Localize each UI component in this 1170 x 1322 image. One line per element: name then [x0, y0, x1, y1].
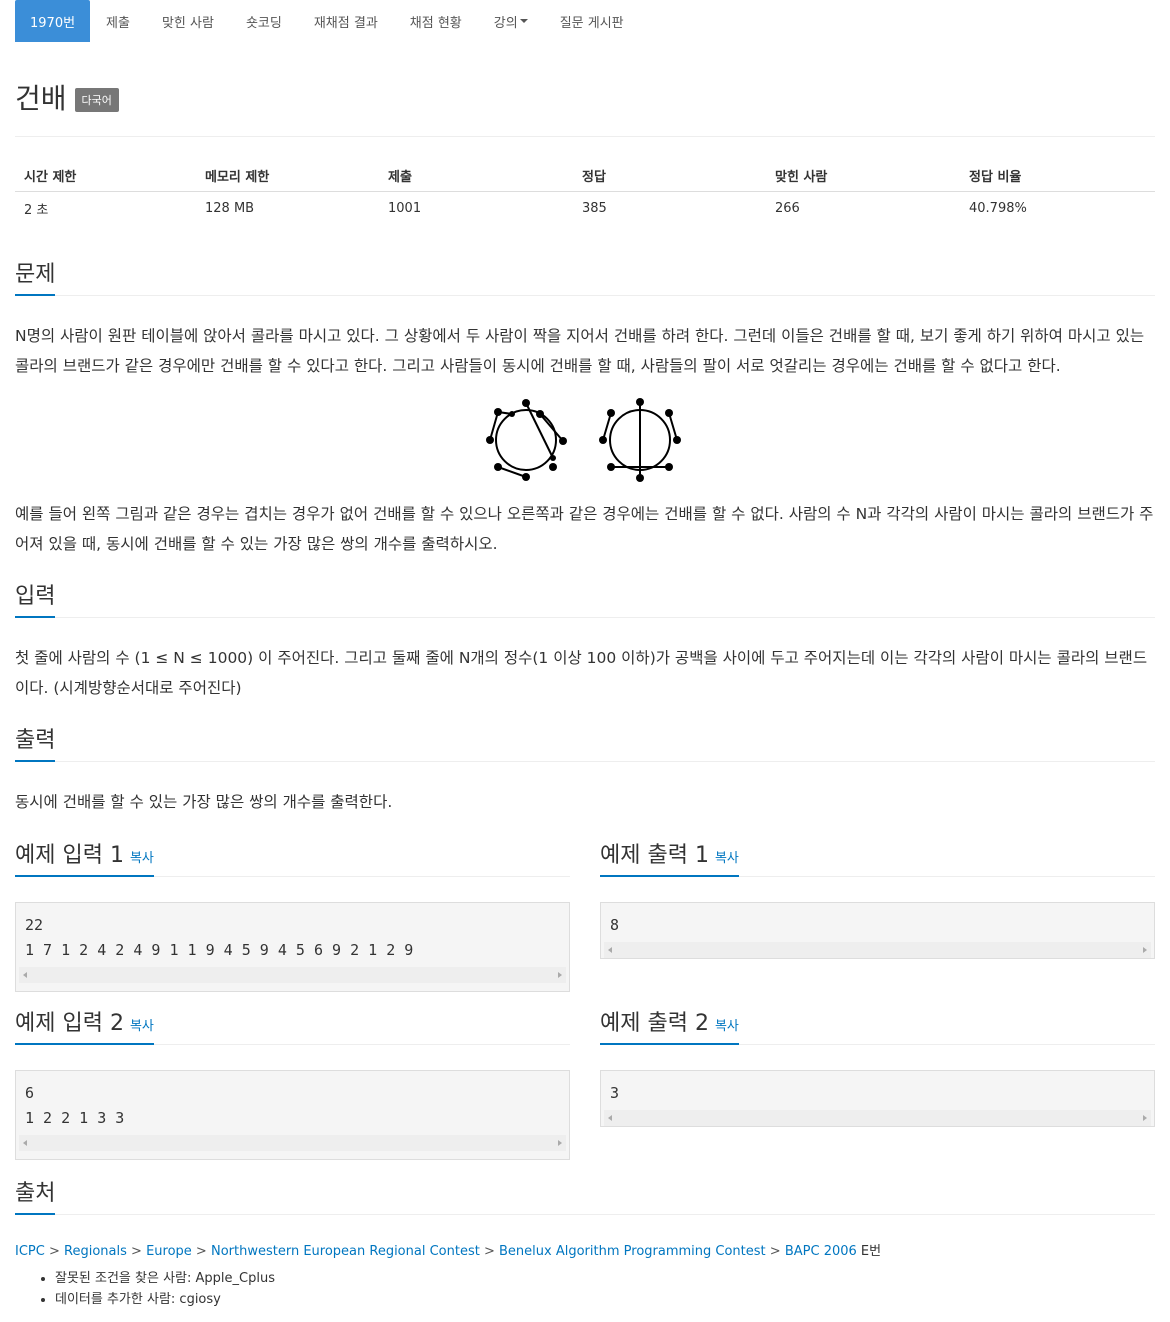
table-row: 2 초 128 MB 1001 385 266 40.798%: [15, 192, 1155, 226]
section-source-heading: 출처: [15, 1178, 1155, 1215]
scroll-left-icon[interactable]: [608, 947, 612, 953]
problem-header: 건배 다국어: [15, 84, 119, 114]
problem-info-table: 시간 제한 메모리 제한 제출 정답 맞힌 사람 정답 비율 2 초 128 M…: [15, 160, 1155, 226]
toast-illustration: [486, 398, 681, 482]
section-title: 출력: [15, 725, 56, 762]
horizontal-scrollbar[interactable]: [19, 1135, 566, 1151]
sample-title: 예제 출력 1: [600, 843, 709, 868]
nav-lecture-label: 강의: [493, 15, 518, 31]
sample-text: 6 1 2 2 1 3 3: [25, 1084, 125, 1127]
source-link-regionals[interactable]: Regionals: [64, 1244, 127, 1259]
table-header: 맞힌 사람: [766, 160, 960, 192]
language-badge[interactable]: 다국어: [74, 88, 119, 112]
copy-button[interactable]: 복사: [715, 1019, 739, 1034]
list-item: 데이터를 추가한 사람: cgiosy: [55, 1289, 275, 1310]
list-item: 잘못된 조건을 찾은 사람: Apple_Cplus: [55, 1268, 275, 1289]
sample-output-1-heading: 예제 출력 1 복사: [600, 840, 1155, 877]
sample-input-1-heading: 예제 입력 1 복사: [15, 840, 570, 877]
title-divider: [15, 136, 1155, 137]
nav-tab-shortcoding[interactable]: 숏코딩: [230, 0, 298, 42]
source-breadcrumb: ICPC > Regionals > Europe > Northwestern…: [15, 1240, 881, 1259]
accept-ratio-cell: 40.798%: [969, 201, 1027, 217]
copy-button[interactable]: 복사: [130, 851, 154, 866]
breadcrumb-separator: >: [195, 1244, 207, 1259]
scroll-left-icon[interactable]: [608, 1115, 612, 1121]
sample-text: 8: [610, 916, 620, 934]
breadcrumb-separator: >: [483, 1244, 495, 1259]
sample-input-2-heading: 예제 입력 2 복사: [15, 1008, 570, 1045]
sample-output-2-heading: 예제 출력 2 복사: [600, 1008, 1155, 1045]
breadcrumb-separator: >: [769, 1244, 781, 1259]
scroll-right-icon[interactable]: [1143, 1115, 1147, 1121]
nav-tab-status[interactable]: 채점 현황: [394, 0, 478, 42]
caret-down-icon: [519, 19, 528, 23]
scroll-left-icon[interactable]: [23, 1140, 27, 1146]
breadcrumb-separator: >: [131, 1244, 142, 1259]
nav-tab-solvers[interactable]: 맞힌 사람: [146, 0, 230, 42]
nav-tab-rejudge[interactable]: 재채점 결과: [298, 0, 394, 42]
sample-text: 3: [610, 1084, 620, 1102]
sample-text: 22 1 7 1 2 4 2 4 9 1 1 9 4 5 9 4 5 6 9 2…: [25, 916, 414, 959]
sample-output-1[interactable]: 8: [600, 902, 1155, 959]
scroll-right-icon[interactable]: [558, 972, 562, 978]
nav-tab-submit[interactable]: 제출: [90, 0, 146, 42]
nav-tab-board[interactable]: 질문 게시판: [544, 0, 640, 42]
section-title: 예제 입력 2 복사: [15, 1008, 154, 1045]
section-title: 예제 출력 2 복사: [600, 1008, 739, 1045]
source-link-europe[interactable]: Europe: [146, 1244, 192, 1259]
section-output-heading: 출력: [15, 725, 1155, 762]
problem-description: N명의 사람이 원판 테이블에 앉아서 콜라를 마시고 있다. 그 상황에서 두…: [15, 327, 1145, 375]
nav-tab-problem[interactable]: 1970번: [15, 0, 91, 42]
section-problem-heading: 문제: [15, 259, 1155, 296]
sample-input-2[interactable]: 6 1 2 2 1 3 3: [15, 1070, 570, 1160]
sample-output-2[interactable]: 3: [600, 1070, 1155, 1127]
scroll-left-icon[interactable]: [23, 972, 27, 978]
copy-button[interactable]: 복사: [715, 851, 739, 866]
source-link-nwerc[interactable]: Northwestern European Regional Contest: [211, 1244, 480, 1259]
source-link-bapc[interactable]: Benelux Algorithm Programming Contest: [499, 1244, 766, 1259]
table-header: 제출: [379, 160, 573, 192]
table-header: 메모리 제한: [196, 160, 379, 192]
sample-title: 예제 입력 1: [15, 843, 124, 868]
page-title: 건배: [15, 82, 67, 115]
source-link-icpc[interactable]: ICPC: [15, 1244, 45, 1259]
problem-nav: 1970번 제출 맞힌 사람 숏코딩 재채점 결과 채점 현황 강의 질문 게시…: [15, 0, 640, 42]
section-title: 입력: [15, 581, 56, 618]
solvers-cell: 266: [775, 201, 800, 217]
memory-limit-cell: 128 MB: [205, 201, 255, 217]
submissions-cell: 1001: [388, 201, 422, 217]
horizontal-scrollbar[interactable]: [604, 942, 1151, 958]
table-header: 정답 비율: [960, 160, 1155, 192]
horizontal-scrollbar[interactable]: [19, 967, 566, 983]
section-title: 문제: [15, 259, 56, 296]
credits-list: 잘못된 조건을 찾은 사람: Apple_Cplus 데이터를 추가한 사람: …: [38, 1268, 275, 1310]
time-limit-cell: 2 초: [24, 203, 49, 219]
horizontal-scrollbar[interactable]: [604, 1110, 1151, 1126]
output-description: 동시에 건배를 할 수 있는 가장 많은 쌍의 개수를 출력한다.: [15, 793, 393, 811]
source-link-bapc-2006[interactable]: BAPC 2006: [785, 1244, 857, 1259]
scroll-right-icon[interactable]: [558, 1140, 562, 1146]
sample-input-1[interactable]: 22 1 7 1 2 4 2 4 9 1 1 9 4 5 9 4 5 6 9 2…: [15, 902, 570, 992]
problem-description-2: 예를 들어 왼쪽 그림과 같은 경우는 겹치는 경우가 없어 건배를 할 수 있…: [15, 505, 1154, 553]
accepted-cell: 385: [582, 201, 607, 217]
table-header-row: 시간 제한 메모리 제한 제출 정답 맞힌 사람 정답 비율: [15, 160, 1155, 192]
sample-title: 예제 출력 2: [600, 1011, 709, 1036]
section-title: 예제 입력 1 복사: [15, 840, 154, 877]
input-description: 첫 줄에 사람의 수 (1 ≤ N ≤ 1000) 이 주어진다. 그리고 둘째…: [15, 649, 1148, 697]
copy-button[interactable]: 복사: [130, 1019, 154, 1034]
section-title: 출처: [15, 1178, 56, 1215]
section-title: 예제 출력 1 복사: [600, 840, 739, 877]
table-header: 정답: [573, 160, 766, 192]
sample-title: 예제 입력 2: [15, 1011, 124, 1036]
table-header: 시간 제한: [15, 160, 196, 192]
source-problem-id: E번: [860, 1244, 882, 1259]
breadcrumb-separator: >: [48, 1244, 60, 1259]
scroll-right-icon[interactable]: [1143, 947, 1147, 953]
section-input-heading: 입력: [15, 581, 1155, 618]
nav-tab-lecture[interactable]: 강의: [478, 0, 544, 42]
